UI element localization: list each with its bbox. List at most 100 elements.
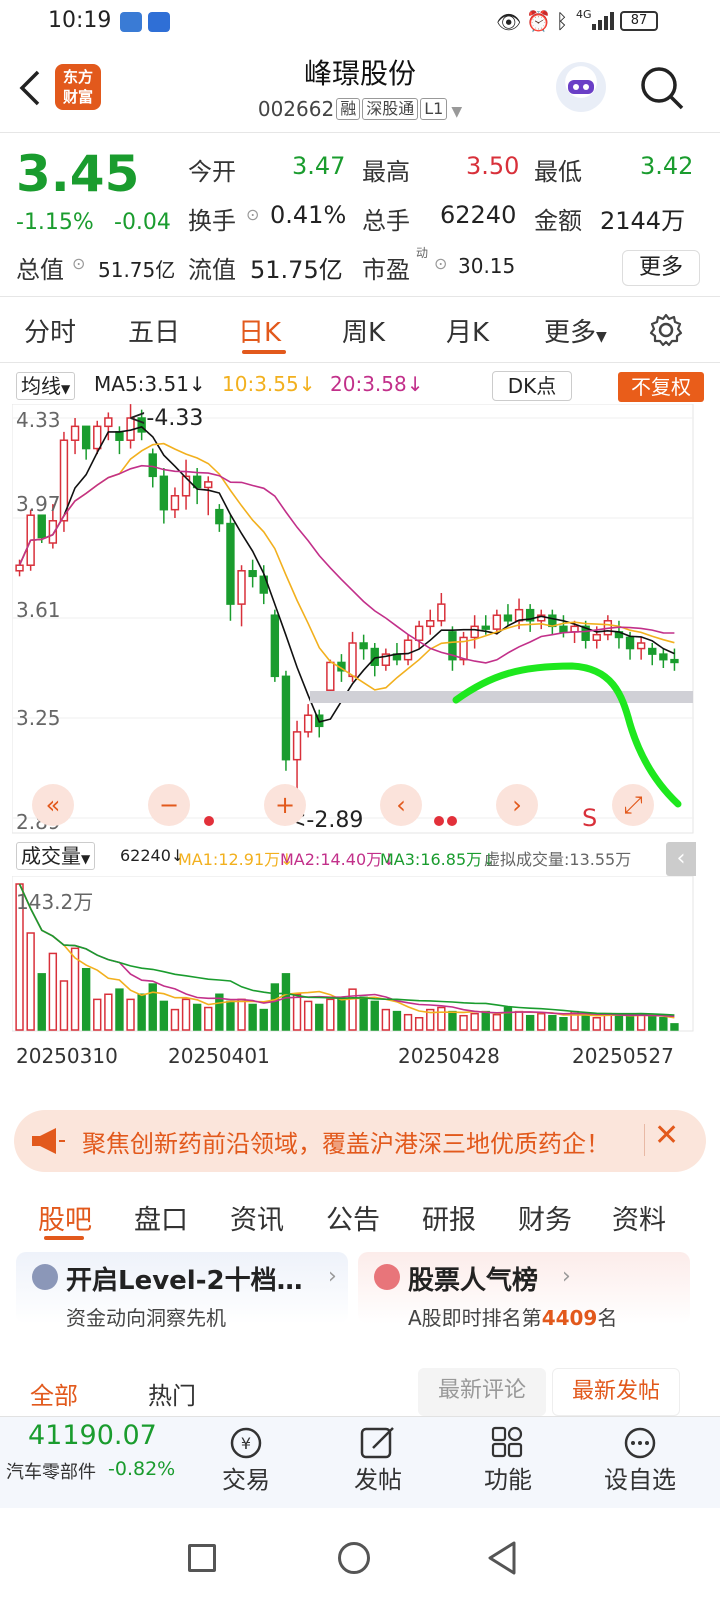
tab-five-day[interactable]: 五日 bbox=[128, 312, 180, 349]
volume-bar bbox=[625, 1014, 635, 1031]
fullscreen-icon[interactable]: ⤢ bbox=[612, 784, 654, 826]
tab-announcements[interactable]: 公告 bbox=[326, 1198, 380, 1237]
zoom-out-icon[interactable]: − bbox=[148, 784, 190, 826]
filter-latest-comment[interactable]: 最新评论 bbox=[418, 1368, 546, 1416]
volume-bar bbox=[137, 993, 146, 1031]
filter-latest-post[interactable]: 最新发帖 bbox=[552, 1368, 680, 1416]
volume-bar bbox=[337, 998, 346, 1031]
candle-body bbox=[426, 620, 435, 628]
current-price: 3.45 bbox=[16, 145, 140, 203]
candle-body bbox=[15, 564, 24, 572]
pe-label: 市盈 bbox=[362, 256, 410, 284]
promo-banner[interactable]: 聚焦创新药前沿领域，覆盖沪港深三地优质药企！ ✕ bbox=[14, 1110, 706, 1172]
candle-body bbox=[636, 642, 646, 650]
tab-intraday[interactable]: 分时 bbox=[24, 312, 76, 349]
signal-icon bbox=[592, 12, 616, 30]
kline-chart[interactable] bbox=[12, 404, 694, 834]
candle-body bbox=[292, 731, 302, 761]
prev-icon[interactable]: ‹ bbox=[380, 784, 422, 826]
dropdown-icon[interactable]: ▼ bbox=[451, 104, 462, 120]
rank-prefix: A股即时排名第 bbox=[408, 1306, 542, 1330]
quote-divider bbox=[0, 296, 720, 297]
ma10-value: 10:3.55↓ bbox=[222, 372, 316, 396]
alarm-icon: ⏰ bbox=[526, 9, 551, 33]
pe-info-icon[interactable]: ⊙ bbox=[434, 254, 447, 273]
popularity-card[interactable]: 股票人气榜 › A股即时排名第4409名 bbox=[358, 1252, 690, 1330]
turnover-info-icon[interactable]: ⊙ bbox=[246, 205, 259, 224]
tabs-divider bbox=[0, 362, 720, 363]
level2-card[interactable]: 开启Level-2十档… › 资金动向洞察先机 bbox=[16, 1252, 348, 1330]
volume-bar bbox=[215, 993, 224, 1031]
volume-bar bbox=[581, 1014, 590, 1031]
tab-profile[interactable]: 资料 bbox=[612, 1198, 666, 1237]
eye-icon: 👁 bbox=[496, 10, 522, 34]
next-icon[interactable]: › bbox=[496, 784, 538, 826]
close-icon[interactable]: ✕ bbox=[654, 1118, 679, 1153]
battery-icon: 87 bbox=[620, 11, 658, 31]
volume-bar bbox=[115, 988, 124, 1031]
scroll-left-fast-icon[interactable]: « bbox=[32, 784, 74, 826]
status-time: 10:19 bbox=[48, 8, 112, 33]
no-adjust-button[interactable]: 不复权 bbox=[618, 372, 704, 402]
vol-ma2: MA2:14.40万↓ bbox=[280, 850, 396, 869]
tab-daily-k[interactable]: 日K bbox=[238, 312, 281, 349]
ma-select[interactable]: 均线▼ bbox=[16, 372, 76, 400]
tab-forum[interactable]: 股吧 bbox=[38, 1198, 92, 1237]
status-bar: 10:19 👁 ⏰ ᛒ 4G 87 bbox=[0, 0, 720, 44]
y-tick-2: 3.61 bbox=[16, 598, 61, 622]
change-pct: -1.15% bbox=[16, 210, 94, 235]
candle-body bbox=[215, 508, 224, 525]
filter-all[interactable]: 全部 bbox=[30, 1376, 78, 1411]
volume-bar bbox=[48, 952, 58, 1031]
robot-avatar-icon[interactable] bbox=[556, 62, 606, 112]
add-watchlist-button[interactable]: 设自选 bbox=[580, 1416, 700, 1495]
ma5-value: MA5:3.51↓ bbox=[94, 372, 206, 396]
tab-orderbook[interactable]: 盘口 bbox=[134, 1198, 188, 1237]
sector-index-value[interactable]: 41190.07 bbox=[28, 1420, 157, 1451]
home-icon[interactable] bbox=[338, 1542, 370, 1574]
mcap-value: 51.75亿 bbox=[98, 258, 176, 282]
vol-ma1: MA1:12.91万↓ bbox=[178, 850, 294, 869]
post-button[interactable]: 发帖 bbox=[318, 1416, 438, 1495]
open-label: 今开 bbox=[188, 158, 236, 186]
trade-button[interactable]: ¥ 交易 bbox=[186, 1416, 306, 1495]
candle-body bbox=[248, 570, 257, 578]
tab-more[interactable]: 更多▼ bbox=[544, 312, 607, 349]
settings-gear-icon[interactable] bbox=[648, 312, 684, 352]
function-button[interactable]: 功能 bbox=[448, 1416, 568, 1495]
volume-bar bbox=[659, 1016, 668, 1031]
rank-number: 4409 bbox=[541, 1306, 598, 1330]
trade-icon: ¥ bbox=[227, 1426, 265, 1460]
filter-hot[interactable]: 热门 bbox=[148, 1376, 196, 1411]
back-nav-icon[interactable] bbox=[486, 1540, 518, 1580]
tab-weekly-k[interactable]: 周K bbox=[342, 312, 385, 349]
tab-research[interactable]: 研报 bbox=[422, 1198, 476, 1237]
search-icon[interactable] bbox=[638, 64, 686, 116]
app-notification-icon bbox=[120, 12, 142, 32]
ma20-line bbox=[18, 464, 675, 664]
turnover-value: 0.41% bbox=[270, 201, 347, 229]
support-band bbox=[310, 691, 693, 703]
zoom-in-icon[interactable]: + bbox=[264, 784, 306, 826]
tab-news[interactable]: 资讯 bbox=[230, 1198, 284, 1237]
tab2-underline bbox=[44, 1236, 84, 1240]
tab-monthly-k[interactable]: 月K bbox=[446, 312, 489, 349]
virtual-volume: 虚拟成交量:13.55万 bbox=[484, 850, 632, 869]
candle-body bbox=[281, 675, 291, 761]
indicator-select[interactable]: 成交量▼ bbox=[16, 842, 96, 870]
mcap-info-icon[interactable]: ⊙ bbox=[72, 254, 85, 273]
y-tick-3: 3.25 bbox=[16, 706, 61, 730]
volume-chart[interactable] bbox=[12, 876, 694, 1032]
volume-bar bbox=[437, 1006, 446, 1031]
collapse-panel-icon[interactable]: ‹ bbox=[666, 842, 696, 876]
candle-body bbox=[503, 614, 513, 622]
volume-bar bbox=[104, 993, 113, 1031]
volume-bar bbox=[303, 1000, 313, 1031]
dk-point-button[interactable]: DK点 bbox=[492, 371, 572, 401]
more-quote-button[interactable]: 更多 bbox=[622, 250, 700, 286]
tab-finance[interactable]: 财务 bbox=[518, 1198, 572, 1237]
volume-bar bbox=[470, 1012, 479, 1031]
sector-name[interactable]: 汽车零部件 bbox=[6, 1458, 96, 1484]
candle-body bbox=[104, 417, 113, 428]
recent-apps-icon[interactable] bbox=[188, 1544, 216, 1572]
